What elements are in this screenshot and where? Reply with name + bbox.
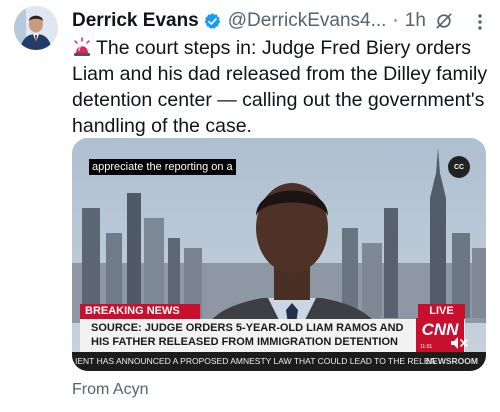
- tweet-text: The court steps in: Judge Fred Biery ord…: [72, 35, 490, 139]
- verified-badge-icon[interactable]: [203, 12, 222, 31]
- network-time: 11:01: [420, 344, 433, 350]
- media-source[interactable]: From Acyn: [72, 381, 148, 399]
- headline-line-2: HIS FATHER RELEASED FROM IMMIGRATION DET…: [91, 336, 398, 348]
- video-caption: appreciate the reporting on a: [89, 159, 236, 175]
- author-handle[interactable]: @DerrickEvans4...: [228, 10, 387, 32]
- more-vertical-icon[interactable]: [472, 12, 488, 32]
- news-headline: SOURCE: JUDGE ORDERS 5-YEAR-OLD LIAM RAM…: [91, 321, 421, 349]
- author-name[interactable]: Derrick Evans: [72, 10, 199, 32]
- ticker-brand: NEWSROOM: [426, 356, 478, 366]
- post-time[interactable]: 1h: [405, 10, 426, 32]
- avatar-photo: [14, 6, 58, 50]
- separator-dot: ·: [392, 10, 399, 31]
- ticker-text: IENT HAS ANNOUNCED A PROPOSED AMNESTY LA…: [75, 356, 436, 366]
- closed-captions-button[interactable]: CC: [448, 156, 470, 178]
- siren-emoji: [74, 37, 90, 56]
- live-label: LIVE: [418, 304, 465, 319]
- grok-icon[interactable]: [434, 11, 454, 31]
- mute-icon[interactable]: [450, 336, 468, 350]
- video-player[interactable]: appreciate the reporting on a CC BREAKIN…: [72, 138, 486, 371]
- tweet-header: Derrick Evans @DerrickEvans4... · 1h: [72, 8, 490, 34]
- breaking-news-label: BREAKING NEWS: [80, 304, 200, 319]
- avatar[interactable]: [14, 6, 58, 50]
- news-ticker: IENT HAS ANNOUNCED A PROPOSED AMNESTY LA…: [72, 352, 486, 371]
- tweet-body: The court steps in: Judge Fred Biery ord…: [72, 37, 488, 137]
- headline-line-1: SOURCE: JUDGE ORDERS 5-YEAR-OLD LIAM RAM…: [91, 322, 404, 334]
- lower-third: SOURCE: JUDGE ORDERS 5-YEAR-OLD LIAM RAM…: [80, 319, 465, 352]
